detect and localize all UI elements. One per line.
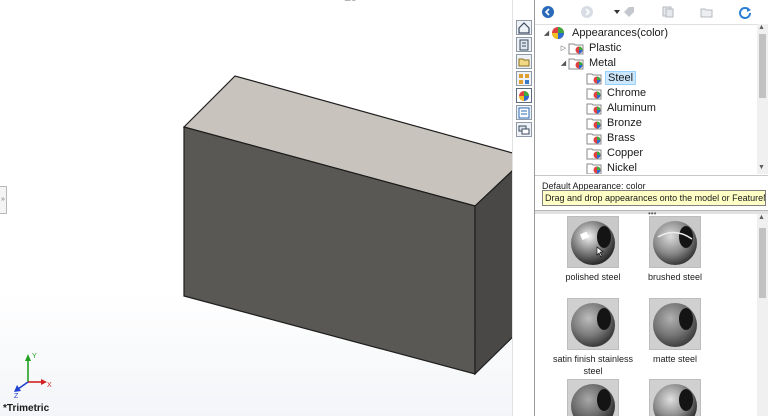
collapse-arrow-icon[interactable]: ◢: [559, 59, 568, 67]
tree-node-copper[interactable]: Copper: [586, 145, 645, 160]
file-explorer-icon[interactable]: [516, 54, 532, 69]
scrollbar-thumb[interactable]: [759, 228, 766, 298]
forward-icon[interactable]: [579, 4, 595, 20]
appearances-task-pane: ◢ Appearances(color) ▷ Plastic ◢ Metal S…: [534, 0, 768, 416]
reference-triad: Y X Z: [14, 353, 52, 398]
color-wheel-icon: [551, 26, 567, 40]
appearance-folder-icon: [586, 86, 602, 100]
home-icon[interactable]: [516, 20, 532, 35]
appearance-gallery: polished steel brushed steel satin finis…: [535, 214, 757, 416]
triad-x-label: X: [47, 382, 52, 389]
brushed-steel-thumbnail[interactable]: [649, 216, 701, 268]
tree-node-label: Aluminum: [607, 101, 656, 114]
steel-thumbnail[interactable]: [649, 379, 701, 416]
scroll-up-icon[interactable]: ▲: [758, 24, 765, 31]
appearance-folder-icon: [586, 116, 602, 130]
solidworks-forum-icon[interactable]: [516, 122, 532, 137]
tree-node-label: Metal: [589, 56, 616, 69]
triad-y-label: Y: [32, 353, 37, 360]
tree-node-steel[interactable]: Steel: [586, 70, 637, 85]
copy-icon[interactable]: [660, 4, 676, 20]
appearance-folder-icon: [586, 146, 602, 160]
tree-node-plastic[interactable]: ▷ Plastic: [559, 40, 623, 55]
polished-steel-thumbnail[interactable]: [567, 216, 619, 268]
graphics-area[interactable]: ‾‾ ‾ » Y X Z *Trimetric: [0, 0, 512, 416]
tree-node-label: Nickel: [607, 161, 637, 174]
tree-node-aluminum[interactable]: Aluminum: [586, 100, 658, 115]
collapse-arrow-icon[interactable]: ◢: [542, 29, 551, 37]
swatch-partial-2[interactable]: [625, 379, 725, 416]
tree-node-brass[interactable]: Brass: [586, 130, 637, 145]
swatch-label: brushed steel: [647, 272, 703, 282]
scroll-down-icon[interactable]: ▼: [758, 164, 765, 171]
scroll-up-icon[interactable]: ▲: [758, 214, 765, 221]
appearances-icon[interactable]: [516, 88, 532, 103]
steel-thumbnail[interactable]: [567, 379, 619, 416]
appearance-folder-icon: [568, 56, 584, 70]
tree-node-metal[interactable]: ◢ Metal: [559, 55, 618, 70]
tag-icon[interactable]: [621, 4, 637, 20]
tree-scrollbar[interactable]: ▲ ▼: [757, 24, 768, 174]
gallery-scrollbar[interactable]: ▲: [757, 214, 768, 416]
appearances-tree: ◢ Appearances(color) ▷ Plastic ◢ Metal S…: [535, 24, 757, 174]
design-library-icon[interactable]: [516, 37, 532, 52]
task-pane-tabs: [512, 0, 535, 416]
scrollbar-thumb[interactable]: [759, 34, 766, 98]
swatch-brushed-steel[interactable]: brushed steel: [625, 216, 725, 283]
appearance-folder-icon: [586, 71, 602, 85]
appearance-folder-icon: [586, 101, 602, 115]
back-icon[interactable]: [540, 4, 556, 20]
tree-node-chrome[interactable]: Chrome: [586, 85, 648, 100]
view-palette-icon[interactable]: [516, 71, 532, 86]
custom-properties-icon[interactable]: [516, 105, 532, 120]
tree-node-nickel[interactable]: Nickel: [586, 160, 639, 174]
refresh-icon[interactable]: [737, 4, 753, 20]
swatch-matte-steel[interactable]: matte steel: [625, 298, 725, 365]
appearance-folder-icon: [568, 41, 584, 55]
tree-node-bronze[interactable]: Bronze: [586, 115, 644, 130]
pane-toolbar: [535, 0, 768, 25]
tree-node-label: Bronze: [607, 116, 642, 129]
feature-tree-collapse-handle[interactable]: »: [0, 186, 7, 214]
swatch-label: matte steel: [652, 354, 698, 364]
drag-drop-tooltip: Drag and drop appearances onto the model…: [542, 190, 766, 206]
triad-z-label: Z: [14, 393, 19, 398]
expand-arrow-icon[interactable]: ▷: [559, 44, 568, 52]
satin-steel-thumbnail[interactable]: [567, 298, 619, 350]
tree-node-label: Chrome: [607, 86, 647, 99]
appearance-folder-icon: [586, 161, 602, 174]
tree-node-label: Appearances(color): [572, 26, 668, 39]
add-folder-icon[interactable]: [699, 4, 715, 20]
tree-node-label: Brass: [607, 131, 636, 144]
matte-steel-thumbnail[interactable]: [649, 298, 701, 350]
model-part[interactable]: [0, 0, 512, 416]
view-orientation-label: *Trimetric: [3, 403, 50, 414]
tree-node-label: Plastic: [589, 41, 622, 54]
tree-node-label: Steel: [605, 70, 637, 85]
tree-node-root[interactable]: ◢ Appearances(color): [542, 25, 670, 40]
appearance-folder-icon: [586, 131, 602, 145]
tree-node-label: Copper: [607, 146, 644, 159]
